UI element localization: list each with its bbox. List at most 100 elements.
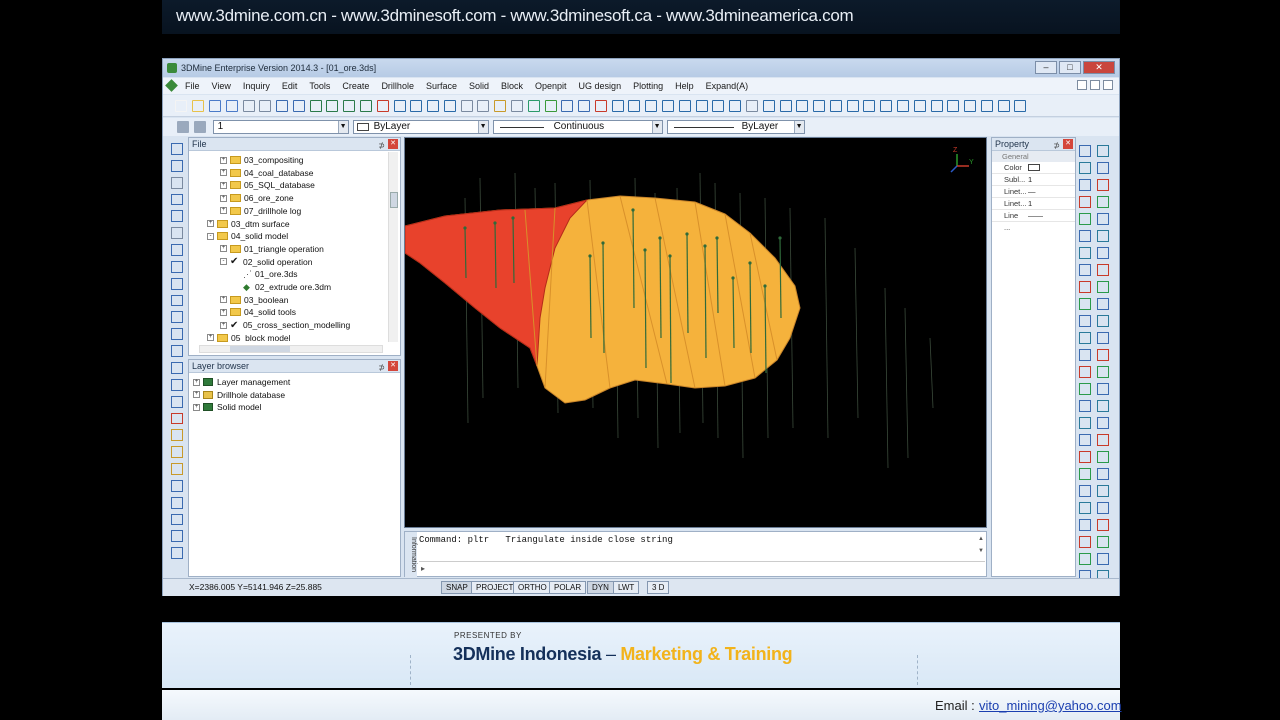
menu-item[interactable]: Plotting [627,78,669,94]
draw-tool-icon[interactable] [171,328,183,341]
modify-tool-icon[interactable] [1097,145,1109,157]
scroll-up-icon[interactable]: ▲ [978,536,984,542]
toolbar-tool-icon[interactable] [712,99,725,112]
collapse-icon[interactable]: - [220,258,227,266]
draw-tool-icon[interactable] [171,479,183,492]
modify-tool-icon[interactable] [1097,179,1109,191]
toolbar-tool-icon[interactable] [662,99,675,112]
draw-tool-icon[interactable] [171,260,183,273]
toolbar-tool-icon[interactable] [175,99,188,112]
draw-tool-icon[interactable] [171,429,183,442]
toolbar-tool-icon[interactable] [947,99,960,112]
menu-item[interactable]: Help [669,78,700,94]
toolbar-tool-icon[interactable] [628,99,641,112]
color-select[interactable]: ByLayer ▼ [352,120,489,134]
property-group-general[interactable]: General [992,151,1075,162]
expand-icon[interactable]: + [220,245,227,253]
toolbar-tool-icon[interactable] [729,99,742,112]
tree-item[interactable]: +04_solid tools [220,306,296,318]
modify-tool-icon[interactable] [1079,519,1091,531]
layer-item[interactable]: + Layer management [193,376,290,388]
toolbar-tool-icon[interactable] [343,99,356,112]
toolbar-tool-icon[interactable] [259,99,272,112]
modify-tool-icon[interactable] [1079,179,1091,191]
toolbar-tool-icon[interactable] [678,99,691,112]
layer-state-icon[interactable] [194,121,207,133]
email-link[interactable]: vito_mining@yahoo.com [979,698,1122,713]
draw-tool-icon[interactable] [171,496,183,509]
draw-tool-icon[interactable] [171,210,183,223]
draw-tool-icon[interactable] [171,361,183,374]
property-row[interactable]: Subl... 1 [992,174,1075,186]
modify-tool-icon[interactable] [1097,281,1109,293]
modify-tool-icon[interactable] [1097,349,1109,361]
modify-tool-icon[interactable] [1079,196,1091,208]
modify-tool-icon[interactable] [1079,553,1091,565]
status-toggle-polar[interactable]: POLAR [549,581,587,594]
layer-item[interactable]: + Drillhole database [193,389,285,401]
app-menu-icon[interactable] [165,79,178,92]
toolbar-tool-icon[interactable] [863,99,876,112]
toolbar-tool-icon[interactable] [527,99,540,112]
lineweight-select[interactable]: ByLayer ▼ [666,120,805,134]
toolbar-tool-icon[interactable] [611,99,624,112]
expand-icon[interactable]: + [220,156,227,164]
tree-item[interactable]: +04_coal_database [220,167,313,179]
modify-tool-icon[interactable] [1097,502,1109,514]
property-row[interactable]: Color [992,162,1075,174]
toolbar-tool-icon[interactable] [494,99,507,112]
tree-item[interactable]: + ✔ 05_cross_section_modelling [220,319,350,331]
file-vertical-scrollbar[interactable] [388,152,398,342]
modify-tool-icon[interactable] [1079,349,1091,361]
tree-item[interactable]: +03_compositing [220,154,304,166]
toolbar-tool-icon[interactable] [813,99,826,112]
menu-item[interactable]: Surface [420,78,463,94]
toolbar-tool-icon[interactable] [645,99,658,112]
status-toggle-ortho[interactable]: ORTHO [513,581,552,594]
linetype-select[interactable]: Continuous ▼ [492,120,663,134]
tree-item[interactable]: +01_triangle operation [220,243,324,255]
panel-close-button[interactable]: ✕ [388,361,398,371]
modify-tool-icon[interactable] [1079,247,1091,259]
modify-tool-icon[interactable] [1097,298,1109,310]
modify-tool-icon[interactable] [1079,230,1091,242]
toolbar-tool-icon[interactable] [913,99,926,112]
expand-icon[interactable]: + [193,403,200,411]
expand-icon[interactable]: + [207,220,214,227]
modify-tool-icon[interactable] [1097,196,1109,208]
toolbar-tool-icon[interactable] [443,99,456,112]
tree-item[interactable]: ⋰ 01_ore.3ds [233,268,298,280]
status-toggle-dyn[interactable]: DYN [587,581,614,594]
modify-tool-icon[interactable] [1079,213,1091,225]
modify-tool-icon[interactable] [1079,315,1091,327]
expand-icon[interactable]: + [193,391,200,399]
scroll-thumb[interactable] [230,346,290,352]
toolbar-tool-icon[interactable] [745,99,758,112]
toolbar-tool-icon[interactable] [192,99,205,112]
draw-tool-icon[interactable] [171,547,183,560]
toolbar-tool-icon[interactable] [846,99,859,112]
tree-item[interactable]: - 04_solid model [207,230,288,242]
draw-tool-icon[interactable] [171,446,183,459]
modify-tool-icon[interactable] [1079,383,1091,395]
modify-tool-icon[interactable] [1097,519,1109,531]
file-horizontal-scrollbar[interactable] [199,345,383,353]
modify-tool-icon[interactable] [1097,230,1109,242]
expand-icon[interactable]: + [220,169,227,177]
modify-tool-icon[interactable] [1097,485,1109,497]
modify-tool-icon[interactable] [1079,451,1091,463]
toolbar-tool-icon[interactable] [594,99,607,112]
modify-tool-icon[interactable] [1079,502,1091,514]
panel-close-button[interactable]: ✕ [1063,139,1073,149]
modify-tool-icon[interactable] [1079,162,1091,174]
toolbar-tool-icon[interactable] [393,99,406,112]
modify-tool-icon[interactable] [1079,417,1091,429]
status-toggle-project[interactable]: PROJECT [471,581,519,594]
toolbar-tool-icon[interactable] [511,99,524,112]
toolbar-tool-icon[interactable] [896,99,909,112]
property-row[interactable]: Linet... — [992,186,1075,198]
toolbar-tool-icon[interactable] [1014,99,1027,112]
draw-tool-icon[interactable] [171,513,183,526]
toolbar-tool-icon[interactable] [427,99,440,112]
modify-tool-icon[interactable] [1079,400,1091,412]
